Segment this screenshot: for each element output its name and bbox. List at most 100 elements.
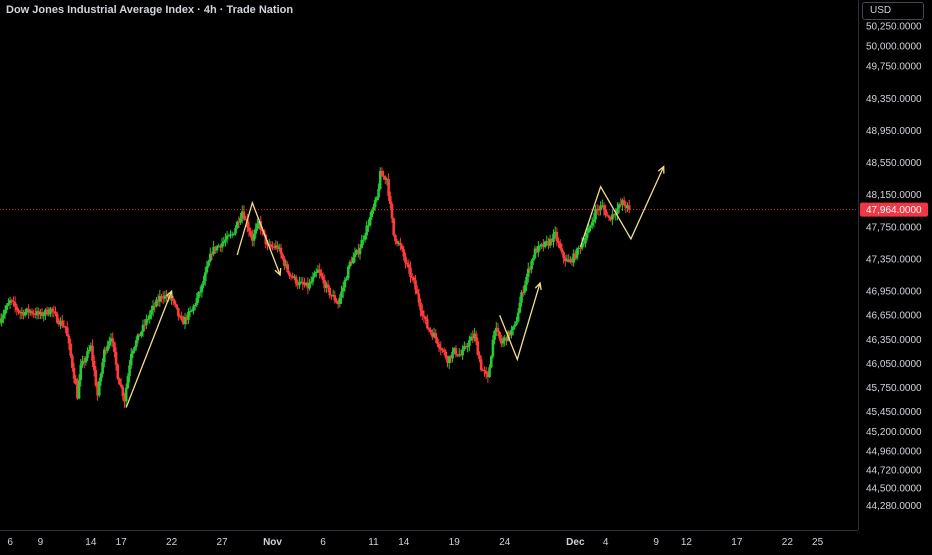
time-tick-label: 9 [38,537,44,548]
candle-body [224,239,227,242]
candle-body [247,227,251,232]
price-tick-label: 46,950.0000 [866,287,922,298]
candle-body [584,237,587,244]
time-tick-label: 14 [85,537,97,548]
candle-body [341,287,345,292]
price-tick-label: 44,960.0000 [866,446,922,457]
candle-body [439,347,443,350]
candle-body [121,386,125,397]
candle-body [442,349,446,352]
candle-body [377,188,380,198]
candle-body [279,247,283,255]
currency-selector[interactable]: USD [862,2,924,20]
candle-body [594,208,597,220]
candle-body [252,233,256,241]
time-tick-label: Dec [566,537,585,548]
candle-body [294,276,298,284]
candle-body [365,225,369,236]
candle-body [483,370,486,372]
price-tick-label: 48,950.0000 [866,126,922,137]
candle-body [309,281,313,283]
candle-body [346,266,350,279]
candle-body [318,269,321,273]
candle-body [370,210,374,218]
candle-body [131,350,135,354]
candle-body [392,218,395,236]
price-tick-label: 50,000.0000 [866,42,922,53]
candle-body [491,339,495,357]
candle-body [103,349,106,363]
time-tick-label: 6 [7,537,13,548]
candle-body [405,262,409,265]
candle-body [627,205,631,210]
price-tick-label: 45,750.0000 [866,383,922,394]
candle-body [111,338,115,343]
candle-body [523,284,527,293]
candle-body [177,308,180,316]
candle-body [575,248,579,259]
candle-body [69,343,72,356]
price-tick-label: 45,450.0000 [866,407,922,418]
price-tick-label: 47,750.0000 [866,222,922,233]
candle-body [326,284,330,288]
candle-body [437,343,441,348]
chart-background [0,0,932,550]
candle-body [320,272,323,277]
candle-body [587,228,591,233]
chart-area[interactable]: 50,250.0000 50,000.0000 49,750.0000 49,350.… [0,0,932,550]
candle-body [415,289,419,294]
candle-body [180,316,183,320]
candle-body [526,268,530,277]
candle-body [590,221,594,226]
time-tick-label: 9 [653,537,659,548]
candle-body [333,295,337,301]
candle-body [488,367,491,378]
candle-body [150,309,153,315]
candle-body [146,318,150,320]
candle-body [436,338,439,344]
candle-body [537,245,540,253]
candle-body [7,302,10,306]
candle-body [479,359,483,370]
candle-body [558,243,562,249]
candle-body [160,296,163,298]
price-tick-label: 46,650.0000 [866,311,922,322]
candle-body [239,218,242,223]
candle-body [368,217,372,226]
candle-body [602,205,606,210]
candle-body [87,349,91,352]
time-tick-label: 11 [368,537,379,548]
candle-body [367,225,370,227]
candle-body [30,311,34,314]
candle-body [128,365,131,377]
candle-body [92,360,96,371]
candle-body [412,277,416,281]
candle-body [419,302,422,311]
candle-body [353,253,357,258]
candle-body [604,209,607,216]
candle-body [414,280,417,290]
candle-body [313,273,316,277]
candle-body [444,351,448,358]
chart-svg[interactable]: 50,250.0000 50,000.0000 49,750.0000 49,350.… [0,0,932,550]
candle-body [390,203,394,219]
candle-body [340,291,343,298]
candle-body [205,266,209,273]
price-tick-label: 44,500.0000 [866,483,922,494]
candle-body [234,227,237,234]
candle-body [525,276,528,285]
candle-body [562,252,565,258]
candle-body [84,358,88,363]
candle-body [42,314,46,317]
candle-body [434,333,438,339]
candle-body [373,200,377,207]
candle-body [532,257,535,261]
candle-body [200,284,204,292]
candle-body [622,200,626,206]
candle-body [94,370,98,386]
candle-body [375,197,379,201]
candle-body [515,321,518,325]
candle-body [474,333,478,342]
price-tick-label: 46,050.0000 [866,359,922,370]
candle-body [173,300,177,305]
